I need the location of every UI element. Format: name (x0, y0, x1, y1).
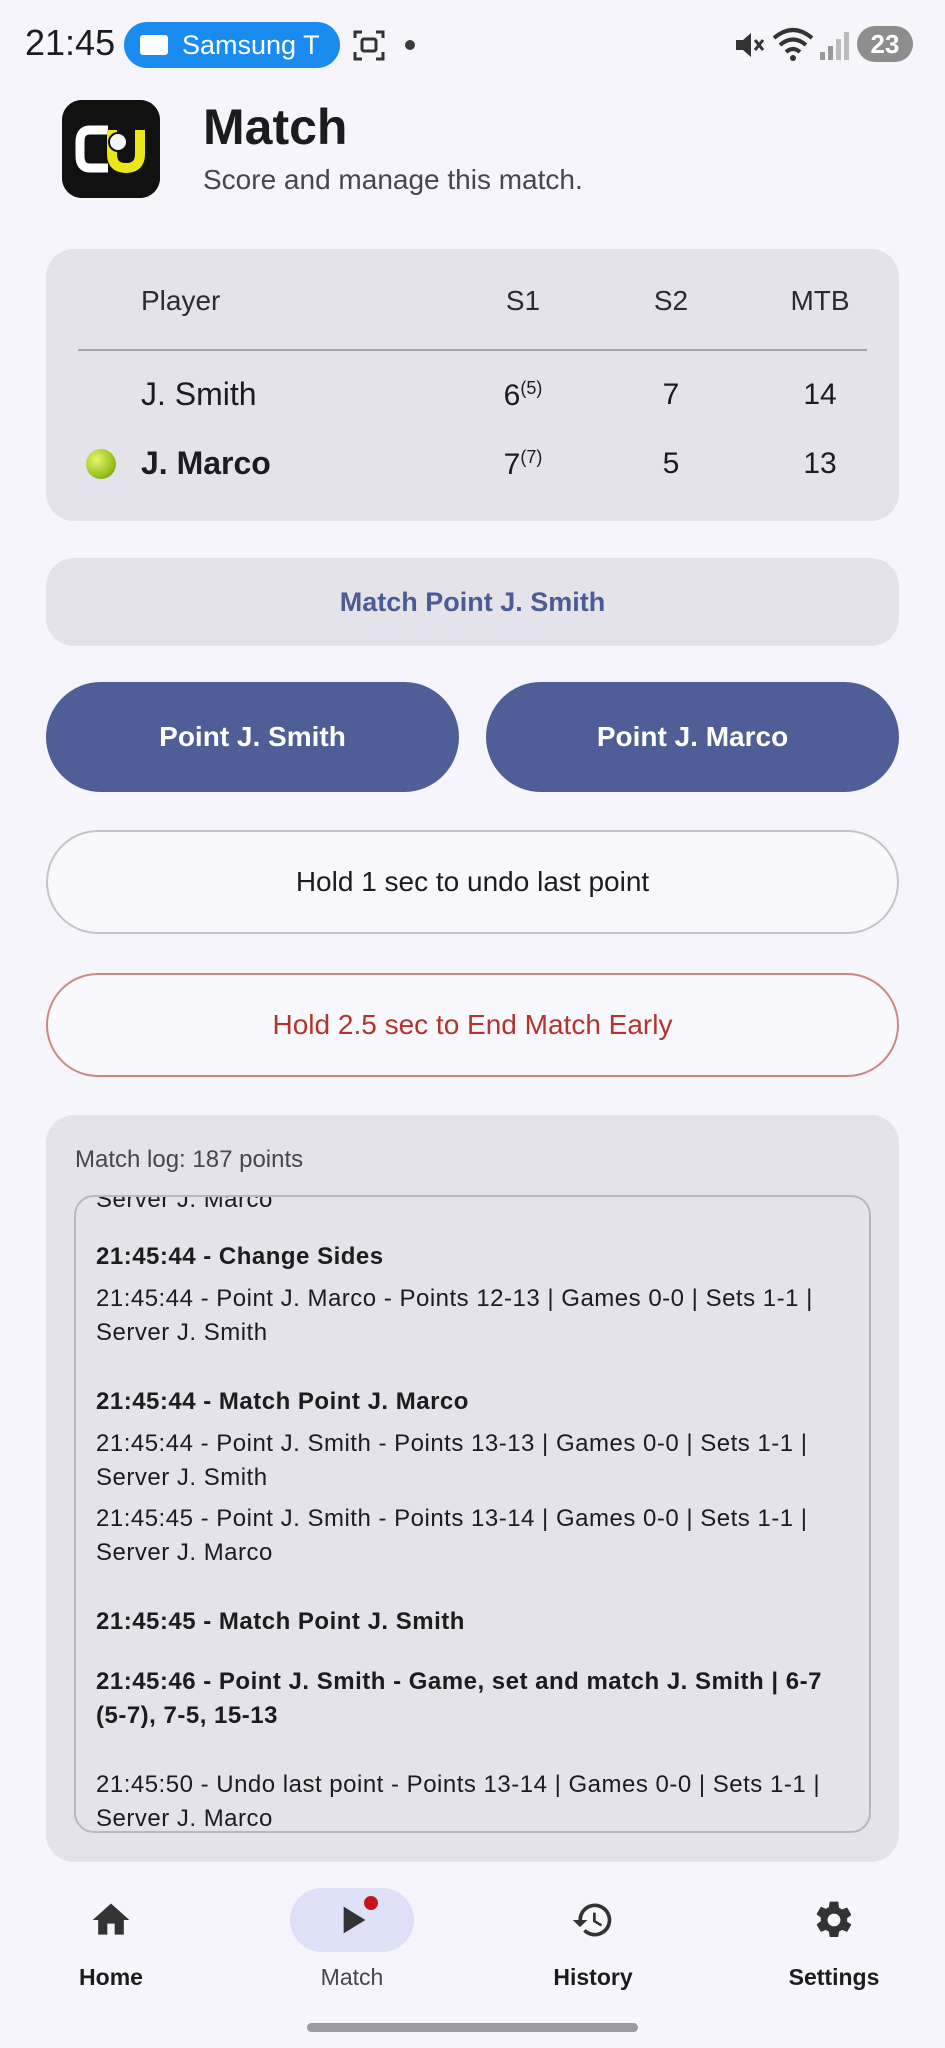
home-indicator[interactable] (307, 2023, 638, 2032)
match-status-text: Match Point J. Smith (339, 586, 606, 617)
serving-ball-icon (86, 449, 116, 479)
signal-icon (820, 32, 849, 60)
screenshot-icon (353, 30, 385, 61)
gear-icon (816, 1901, 852, 1938)
undo-button[interactable]: Hold 1 sec to undo last point (46, 830, 899, 934)
log-entry: 21:45:44 - Point J. Smith - Points 13-13… (96, 1430, 808, 1491)
column-header-s1: S1 (505, 285, 541, 316)
mtb-score: 14 (803, 378, 837, 411)
end-match-button[interactable]: Hold 2.5 sec to End Match Early (46, 973, 899, 1077)
nav-label: Match (320, 1964, 384, 1990)
set1-score: 6(5) (503, 378, 543, 412)
cast-label: Samsung T (182, 29, 320, 60)
status-bar: 21:45 Samsung T 23 (0, 0, 945, 90)
divider (78, 349, 867, 351)
monitor-icon (140, 35, 168, 55)
player-name: J. Smith (141, 376, 257, 412)
wifi-icon (772, 28, 814, 61)
log-entry: 21:45:45 - Match Point J. Smith (96, 1608, 465, 1635)
app-logo (62, 100, 160, 198)
home-icon (92, 1903, 130, 1935)
log-entry: Server J. Marco (96, 1195, 273, 1213)
mtb-score: 13 (803, 447, 837, 480)
match-log-list[interactable]: Server J. Marco 21:45:44 - Change Sides … (74, 1195, 871, 1833)
scoreboard-card: Player S1 S2 MTB J. Smith 6(5) 7 14 J. M… (46, 249, 899, 521)
player-name: J. Marco (141, 445, 271, 481)
status-time: 21:45 (25, 22, 116, 63)
nav-label: Settings (788, 1964, 880, 1990)
column-header-player: Player (141, 285, 221, 316)
log-entry: 21:45:44 - Change Sides (96, 1243, 384, 1270)
page-title: Match (203, 99, 348, 155)
battery-indicator: 23 (857, 26, 913, 62)
match-status-banner: Match Point J. Smith (46, 558, 899, 646)
column-header-mtb: MTB (790, 285, 850, 316)
nav-item-history[interactable]: History (513, 1888, 673, 1991)
column-header-s2: S2 (653, 285, 689, 316)
log-entry: 21:45:44 - Point J. Marco - Points 12-13… (96, 1285, 813, 1346)
match-log-card: Match log: 187 points Server J. Marco 21… (46, 1115, 899, 1862)
mute-icon (736, 33, 765, 57)
nav-item-home[interactable]: Home (31, 1888, 191, 1991)
log-entry: 21:45:44 - Match Point J. Marco (96, 1388, 469, 1415)
nav-label: Home (79, 1964, 143, 1990)
point-player2-button[interactable]: Point J. Marco (486, 682, 899, 792)
bottom-navigation: Home Match History Settings (0, 1868, 945, 2048)
history-icon (572, 1903, 612, 1937)
cast-pill[interactable]: Samsung T (124, 22, 340, 68)
set1-score: 7(7) (503, 447, 543, 481)
notification-dot (405, 40, 415, 50)
notification-badge (364, 1896, 378, 1910)
nav-label: History (553, 1964, 633, 1990)
set2-score: 5 (662, 447, 680, 480)
match-log-title: Match log: 187 points (75, 1146, 304, 1173)
log-entry: 21:45:45 - Point J. Smith - Points 13-14… (96, 1505, 808, 1566)
point-player1-button[interactable]: Point J. Smith (46, 682, 459, 792)
log-entry: 21:45:46 - Point J. Smith - Game, set an… (96, 1668, 822, 1729)
set2-score: 7 (662, 378, 680, 411)
log-entry: 21:45:50 - Undo last point - Points 13-1… (96, 1771, 821, 1832)
nav-item-settings[interactable]: Settings (754, 1888, 914, 1991)
page-subtitle: Score and manage this match. (203, 164, 583, 195)
nav-item-match[interactable]: Match (272, 1888, 432, 1991)
